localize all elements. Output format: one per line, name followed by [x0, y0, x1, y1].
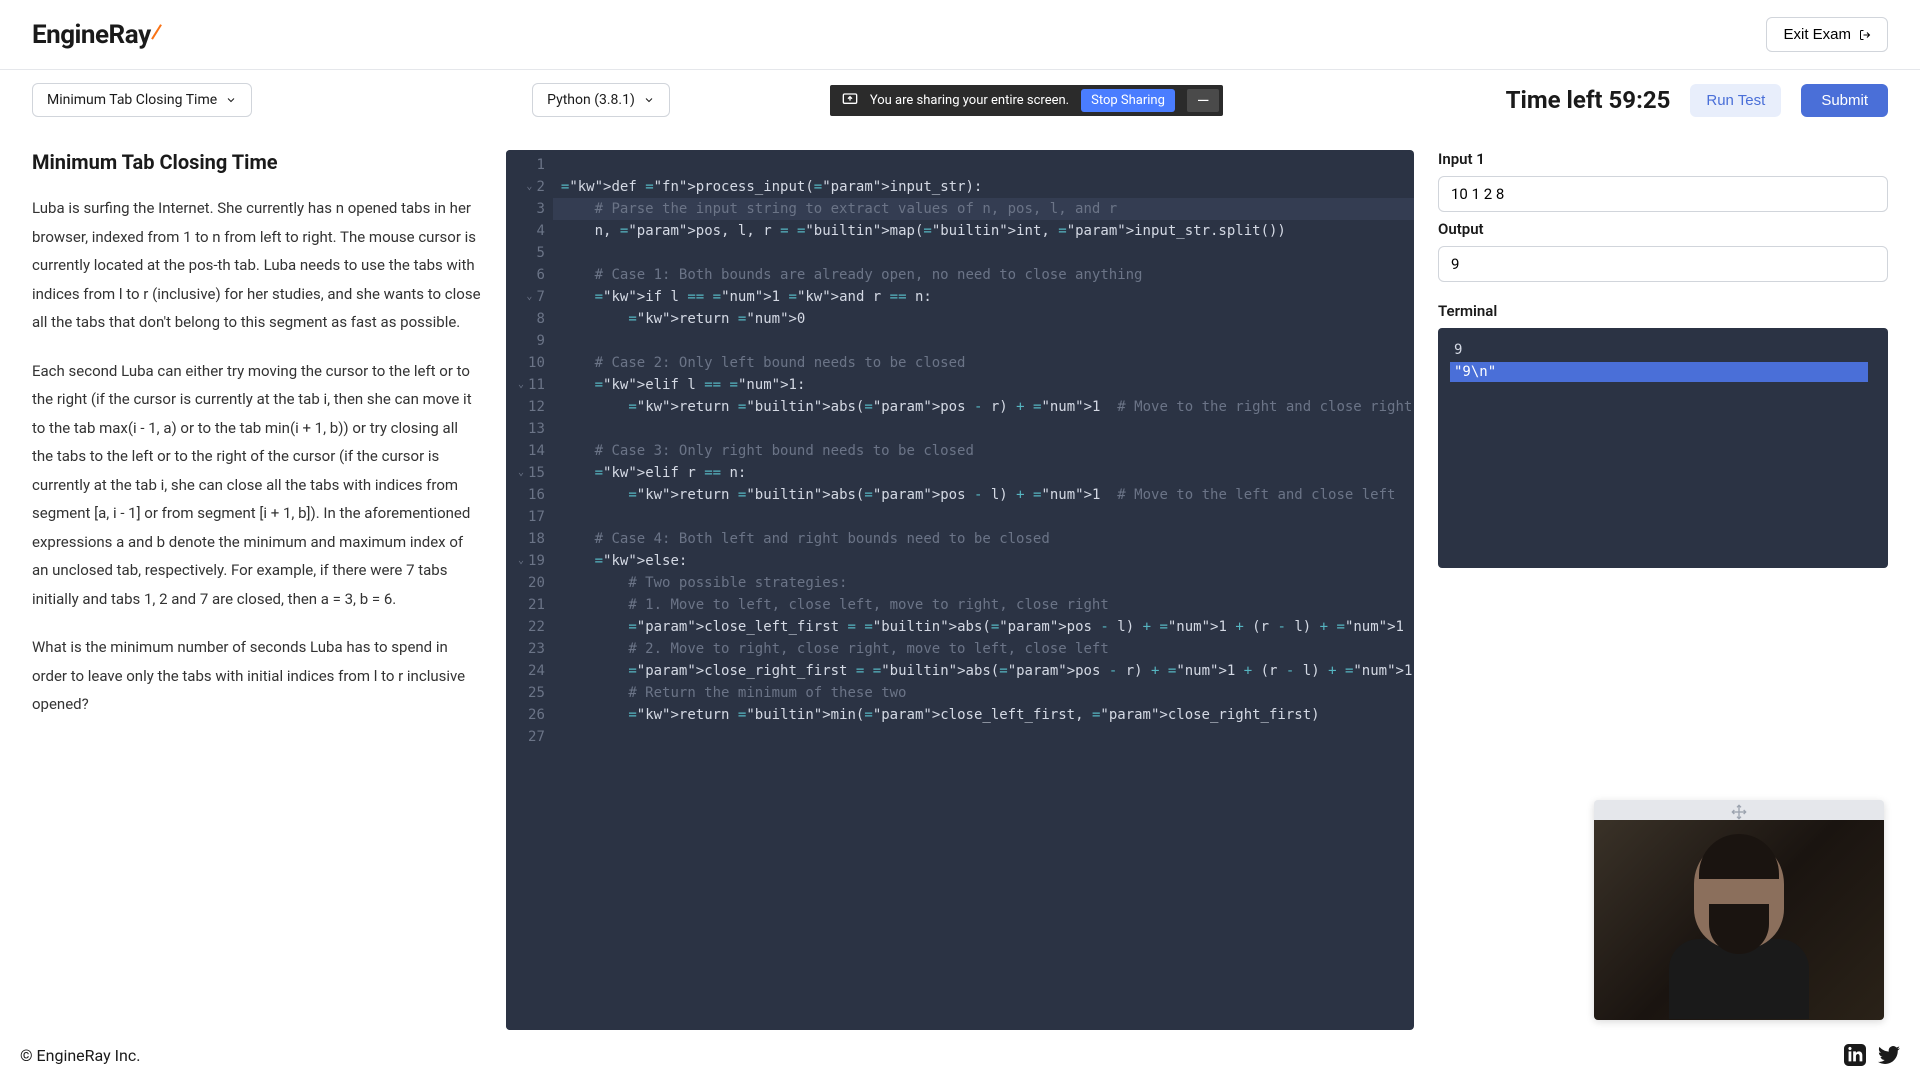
screen-share-text: You are sharing your entire screen. [870, 93, 1069, 108]
webcam-feed [1594, 820, 1884, 1020]
logo-text-b: y [138, 20, 151, 50]
problem-dropdown-label: Minimum Tab Closing Time [47, 92, 217, 108]
time-left: Time left 59:25 [1506, 86, 1671, 114]
chevron-down-icon [225, 94, 237, 106]
logo: EngineRay⁄ [32, 20, 162, 50]
copyright: © EngineRay Inc. [20, 1046, 140, 1065]
input-field[interactable] [1438, 176, 1888, 212]
chevron-down-icon [643, 94, 655, 106]
input-label: Input 1 [1438, 150, 1888, 168]
exit-exam-label: Exit Exam [1783, 26, 1851, 43]
problem-paragraph: Each second Luba can either try moving t… [32, 357, 482, 614]
webcam-panel[interactable] [1594, 800, 1884, 1020]
toolbar: Minimum Tab Closing Time Python (3.8.1) … [0, 70, 1920, 130]
footer: © EngineRay Inc. [0, 1030, 1920, 1080]
logo-accent-icon: ⁄ [151, 18, 162, 48]
problem-text: Luba is surfing the Internet. She curren… [32, 194, 482, 719]
stop-sharing-button[interactable]: Stop Sharing [1081, 89, 1175, 112]
submit-button[interactable]: Submit [1801, 84, 1888, 117]
social-links [1844, 1044, 1900, 1066]
terminal: 9 "9\n" [1438, 328, 1888, 568]
output-field[interactable] [1438, 246, 1888, 282]
screen-share-bar: You are sharing your entire screen. Stop… [830, 85, 1224, 116]
header: EngineRay⁄ Exit Exam [0, 0, 1920, 70]
output-label: Output [1438, 220, 1888, 238]
terminal-line: 9 [1450, 340, 1876, 360]
problem-title: Minimum Tab Closing Time [32, 150, 482, 174]
time-prefix: Time left [1506, 86, 1609, 114]
time-value: 59:25 [1609, 86, 1671, 114]
terminal-label: Terminal [1438, 302, 1888, 320]
screen-share-icon [842, 92, 858, 108]
problem-paragraph: Luba is surfing the Internet. She curren… [32, 194, 482, 337]
code-editor[interactable]: 1⌄23456⌄78910⌄11121314⌄15161718⌄19202122… [506, 150, 1414, 1030]
run-test-button[interactable]: Run Test [1690, 84, 1781, 117]
language-dropdown-label: Python (3.8.1) [547, 92, 635, 108]
language-dropdown[interactable]: Python (3.8.1) [532, 83, 670, 117]
problem-dropdown[interactable]: Minimum Tab Closing Time [32, 83, 252, 117]
linkedin-icon[interactable] [1844, 1044, 1866, 1066]
problem-paragraph: What is the minimum number of seconds Lu… [32, 633, 482, 719]
logo-text-a: EngineRa [32, 20, 138, 50]
problem-panel: Minimum Tab Closing Time Luba is surfing… [32, 130, 482, 1030]
minimize-share-button[interactable]: — [1187, 89, 1220, 112]
exit-exam-button[interactable]: Exit Exam [1766, 17, 1888, 52]
terminal-line-selected: "9\n" [1450, 362, 1868, 382]
twitter-icon[interactable] [1878, 1044, 1900, 1066]
editor-code-area[interactable]: ="kw">def ="fn">process_input(="param">i… [553, 150, 1414, 1030]
exit-icon [1859, 29, 1871, 41]
editor-gutter: 1⌄23456⌄78910⌄11121314⌄15161718⌄19202122… [506, 150, 553, 1030]
